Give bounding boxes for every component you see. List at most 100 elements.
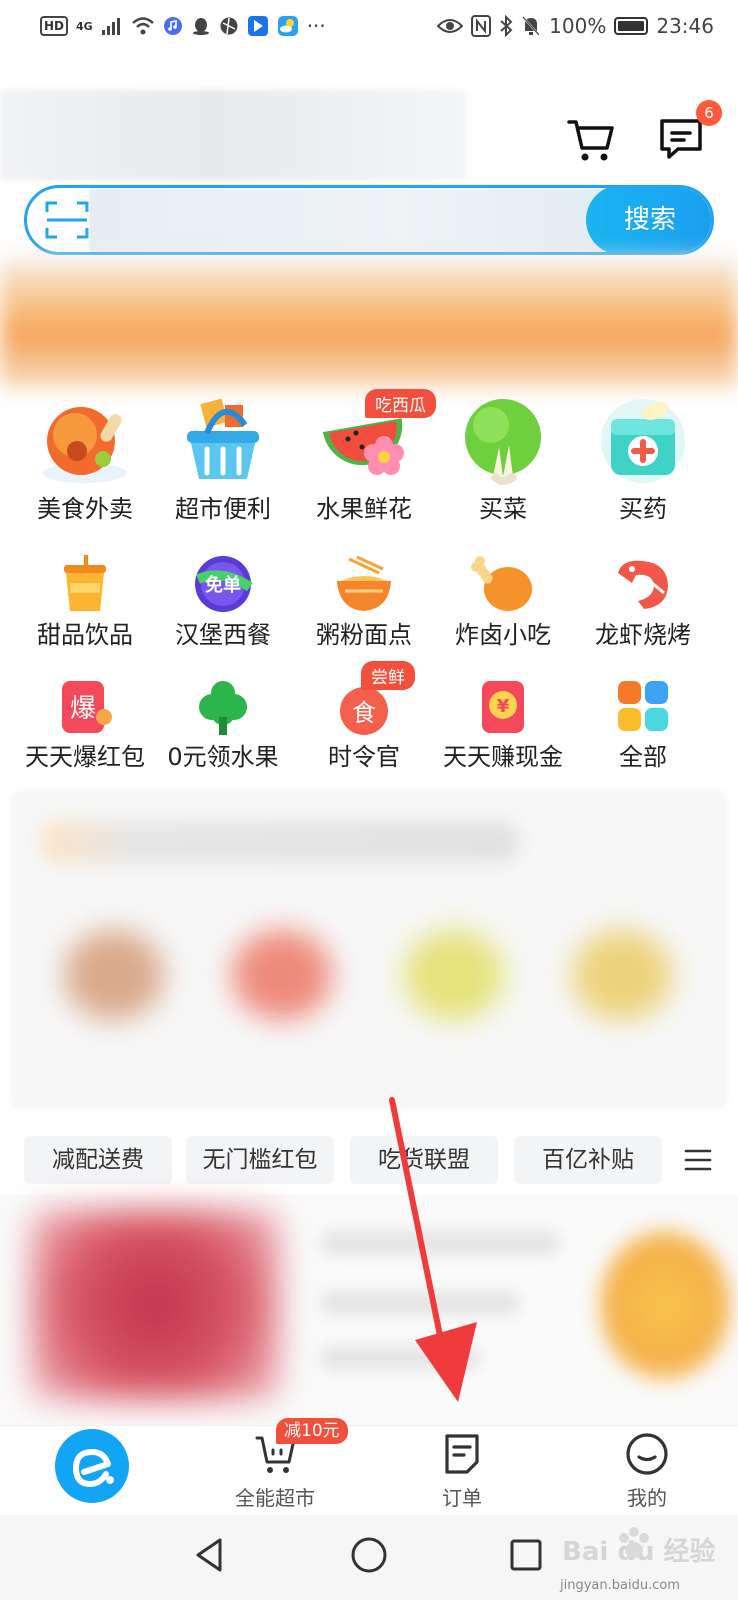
search-bar: 搜索 [24, 185, 714, 255]
all-grid-icon [618, 681, 668, 731]
seasonal-text: 食 [352, 699, 376, 727]
recommendation-item[interactable] [404, 930, 504, 1020]
search-button[interactable]: 搜索 [586, 188, 711, 252]
tab-home[interactable] [17, 1426, 167, 1516]
category-burgers-western[interactable]: 免单 汉堡西餐 [150, 553, 296, 650]
message-badge: 6 [696, 100, 722, 126]
qq-icon [192, 18, 209, 35]
hd-icon: HD [40, 16, 69, 36]
recommendation-item[interactable] [232, 930, 332, 1020]
category-desserts-drinks[interactable]: 甜品饮品 [12, 553, 158, 650]
store-info [320, 1290, 520, 1316]
status-right: 100% 23:46 [437, 15, 714, 37]
shopping-basket-icon [187, 398, 259, 479]
noodle-bowl-icon [337, 555, 391, 611]
category-label: 甜品饮品 [37, 621, 133, 649]
nfc-icon [471, 15, 492, 37]
category-label: 天天爆红包 [25, 743, 145, 771]
recommendation-item[interactable] [64, 930, 164, 1020]
category-red-packet[interactable]: 爆 天天爆红包 [12, 677, 158, 772]
eleme-logo-icon [55, 1429, 129, 1503]
header [0, 90, 738, 180]
category-label: 0元领水果 [167, 743, 279, 771]
network-type: 4G [76, 19, 93, 33]
seasonal-promo-badge: 尝鲜 [361, 661, 415, 690]
category-label: 美食外卖 [37, 495, 133, 523]
category-all[interactable]: 全部 [570, 677, 716, 772]
recents-icon[interactable] [506, 1535, 546, 1575]
category-free-fruit[interactable]: 0元领水果 [150, 677, 296, 772]
category-label: 买药 [619, 495, 667, 523]
browser-icon [220, 17, 238, 35]
category-label: 汉堡西餐 [175, 621, 271, 649]
tab-label: 我的 [627, 1486, 667, 1510]
tab-label: 全能超市 [235, 1486, 315, 1510]
store-food-image[interactable] [600, 1230, 730, 1380]
roast-chicken-icon [43, 407, 127, 483]
tab-label: 订单 [442, 1486, 482, 1510]
battery-percent: 100% [549, 14, 607, 38]
supermarket-promo-badge: 减10元 [276, 1418, 348, 1444]
shrimp-icon [618, 560, 668, 609]
store-image[interactable] [30, 1210, 280, 1400]
category-label: 全部 [619, 743, 667, 771]
tree-icon [199, 681, 247, 735]
status-left: HD 4G ··· [40, 15, 326, 37]
filter-chip[interactable]: 无门槛红包 [186, 1136, 334, 1184]
category-label: 买菜 [479, 495, 527, 523]
category-crayfish-bbq[interactable]: 龙虾烧烤 [570, 553, 716, 650]
filter-chip[interactable]: 减配送费 [24, 1136, 172, 1184]
category-label: 龙虾烧烤 [595, 621, 691, 649]
medicine-box-icon [601, 399, 685, 483]
category-seasonal[interactable]: 食 时令官 尝鲜 [291, 661, 437, 772]
category-food-delivery[interactable]: 美食外卖 [12, 395, 158, 524]
battery-icon [614, 17, 649, 35]
drumstick-icon [471, 556, 532, 611]
free-order-icon: 免单 [195, 556, 253, 612]
category-earn-cash[interactable]: ¥ 天天赚现金 [430, 677, 576, 772]
promo-banner[interactable] [0, 258, 738, 388]
store-info [320, 1345, 480, 1371]
profile-icon [626, 1433, 668, 1475]
location-address[interactable] [0, 90, 466, 180]
watermark-url: jingyan.baidu.com [560, 1578, 680, 1593]
search-input[interactable] [89, 188, 609, 252]
filter-chips: 减配送费 无门槛红包 吃货联盟 百亿补贴 [0, 1130, 738, 1190]
free-order-text: 免单 [205, 574, 241, 596]
fruit-promo-badge: 吃西瓜 [365, 389, 436, 418]
cash-envelope-text: ¥ [497, 696, 510, 717]
category-noodles[interactable]: 粥粉面点 [291, 553, 437, 650]
bluetooth-icon [500, 15, 513, 37]
cash-envelope-icon: ¥ [482, 681, 524, 733]
eye-icon [437, 19, 464, 33]
back-icon[interactable] [190, 1535, 230, 1575]
category-fruit-flowers[interactable]: 水果鲜花 吃西瓜 [291, 389, 437, 524]
wifi-icon [131, 17, 154, 35]
category-label: 炸卤小吃 [455, 621, 551, 649]
more-notifications: ··· [306, 14, 326, 38]
filter-chip[interactable]: 吃货联盟 [350, 1136, 498, 1184]
order-icon [445, 1434, 479, 1474]
filter-chip[interactable]: 百亿补贴 [514, 1136, 662, 1184]
scan-icon[interactable] [45, 200, 89, 240]
category-label: 天天赚现金 [443, 743, 563, 771]
cart-button[interactable] [566, 114, 616, 164]
category-label: 水果鲜花 [316, 495, 412, 523]
category-fried-snacks[interactable]: 炸卤小吃 [430, 553, 576, 650]
status-bar: HD 4G ··· 100% 23:46 [0, 0, 738, 52]
menu-icon[interactable] [680, 1142, 716, 1178]
home-icon[interactable] [349, 1535, 389, 1575]
drink-cup-icon [64, 555, 106, 611]
weather-icon [277, 16, 298, 36]
tab-profile[interactable]: 我的 [572, 1426, 722, 1516]
bottom-tab-bar: 全能超市 订单 我的 [0, 1425, 738, 1515]
mute-bell-icon [522, 16, 540, 36]
signal-icon [101, 18, 120, 35]
category-label: 超市便利 [175, 495, 271, 523]
category-label: 时令官 [328, 743, 400, 771]
category-supermarket[interactable]: 超市便利 [150, 395, 296, 524]
category-medicine[interactable]: 买药 [570, 395, 716, 524]
recommendation-item[interactable] [572, 930, 672, 1020]
category-groceries[interactable]: 买菜 [430, 395, 576, 524]
tab-orders[interactable]: 订单 [387, 1426, 537, 1516]
